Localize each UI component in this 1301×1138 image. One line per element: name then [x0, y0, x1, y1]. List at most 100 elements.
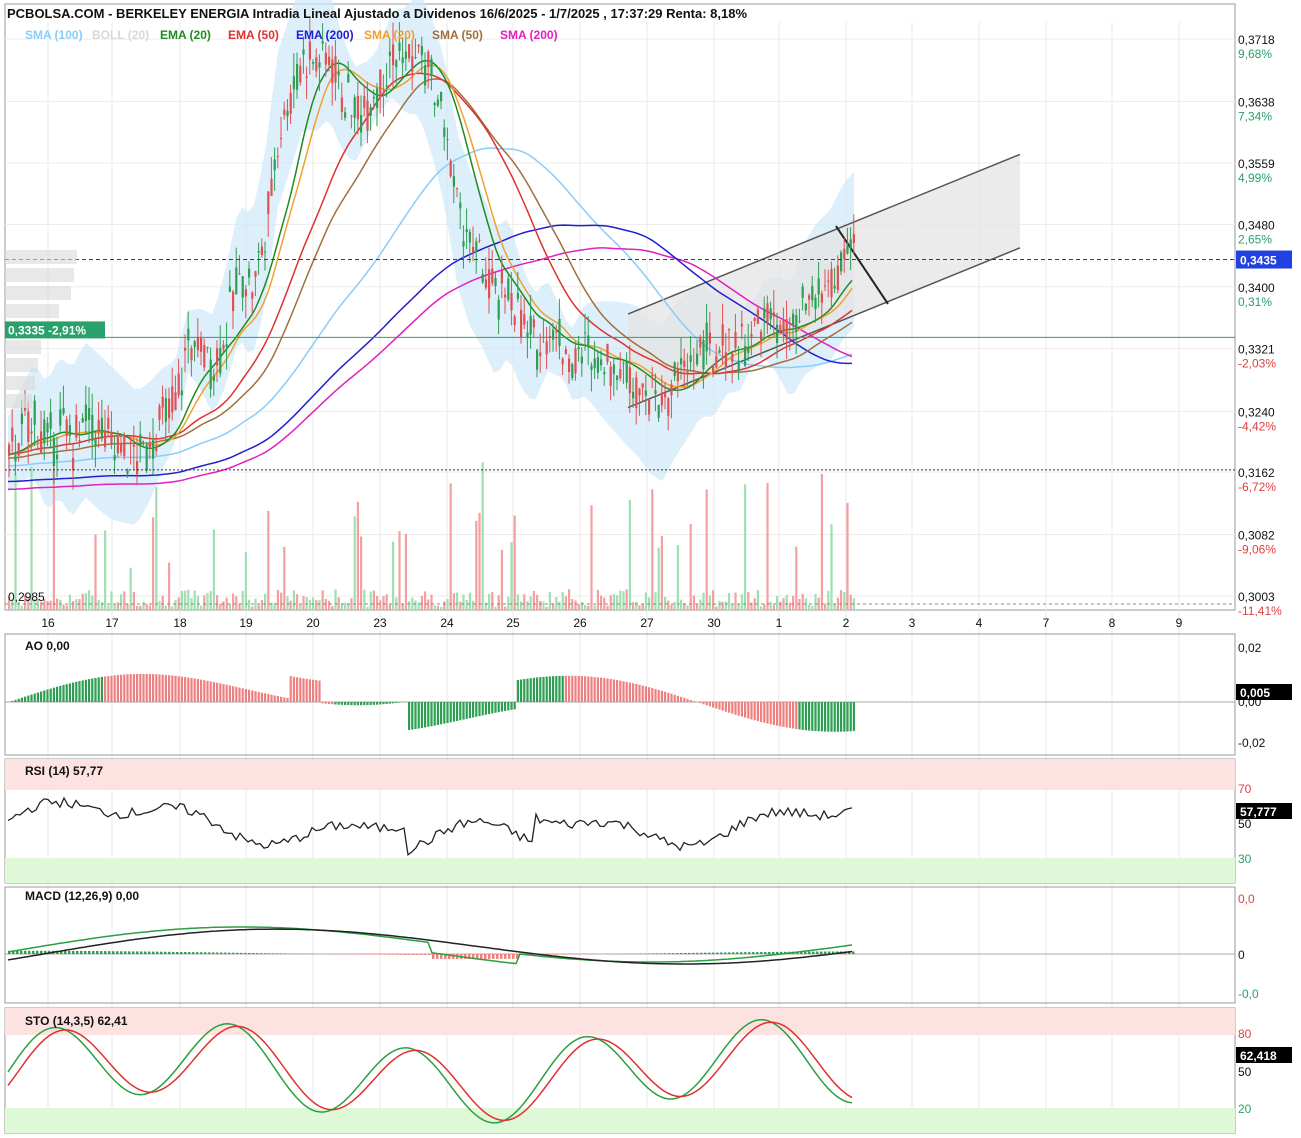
candle-body — [81, 418, 84, 423]
candle-body — [97, 419, 100, 433]
macd-hist-bar — [100, 951, 103, 954]
volume-profile-block — [5, 268, 74, 282]
candle-body — [644, 390, 647, 396]
volume-bar — [107, 605, 110, 610]
ao-bar — [219, 683, 222, 702]
macd-hist-bar — [736, 952, 739, 954]
candle-body — [385, 85, 388, 87]
volume-bar — [504, 606, 507, 610]
candle-body — [779, 324, 782, 333]
last-price-value: 0,3435 — [1240, 254, 1277, 268]
candle-body — [849, 239, 852, 249]
volume-bar — [251, 606, 254, 610]
candle-body — [654, 390, 657, 394]
date-label: 30 — [707, 616, 721, 630]
ao-bar — [760, 702, 763, 722]
ao-bar — [110, 675, 113, 702]
ao-bar — [33, 693, 36, 702]
volume-bar — [462, 594, 465, 610]
date-label: 19 — [239, 616, 253, 630]
candle-body — [798, 320, 801, 322]
candle-body — [596, 357, 599, 373]
candle-body — [718, 350, 721, 353]
candle-body — [564, 349, 567, 354]
ao-bar — [718, 702, 721, 710]
price-tick-label: 0,3003 — [1238, 590, 1275, 604]
volume-bar — [116, 602, 119, 610]
candle-body — [14, 455, 17, 462]
candle-body — [238, 273, 241, 275]
candle-body — [328, 56, 331, 65]
macd-hist-bar — [376, 954, 379, 955]
volume-bar — [843, 592, 846, 610]
ao-bar — [488, 702, 491, 715]
ao-bar — [756, 702, 759, 722]
volume-bar — [433, 605, 436, 610]
candle-body — [772, 312, 775, 317]
candle-body — [65, 419, 68, 436]
macd-hist-bar — [740, 952, 743, 954]
volume-profile-block — [5, 250, 77, 264]
macd-hist-bar — [768, 951, 771, 954]
candle-body — [507, 278, 510, 300]
candle-body — [648, 399, 651, 415]
volume-bar — [398, 531, 401, 610]
candle-body — [481, 274, 484, 283]
ao-bar — [190, 678, 193, 702]
candle-body — [116, 437, 119, 454]
ao-bar — [84, 679, 87, 702]
volume-bar — [600, 595, 603, 610]
ao-bar — [424, 702, 427, 728]
ao-bar — [500, 702, 503, 712]
ao-bar — [606, 678, 609, 702]
candle-body — [251, 292, 254, 299]
candle-body — [273, 159, 276, 171]
volume-bar — [244, 552, 247, 610]
ao-bar — [702, 702, 705, 705]
volume-bar — [587, 605, 590, 610]
volume-bar — [456, 592, 459, 610]
volume-bar — [123, 591, 126, 610]
macd-hist-bar — [212, 952, 215, 954]
macd-hist-bar — [80, 950, 83, 954]
price-tick-label: 0,3718 — [1238, 33, 1275, 47]
candle-body — [382, 92, 385, 94]
price-pct-label: 0,31% — [1238, 295, 1272, 309]
macd-hist-bar — [20, 950, 23, 954]
ao-bar — [88, 679, 91, 702]
ao-bar — [91, 678, 94, 702]
ao-bar — [366, 702, 369, 706]
candle-body — [472, 246, 475, 253]
macd-hist-bar — [140, 951, 143, 954]
candle-body — [248, 268, 251, 278]
ao-bar — [708, 702, 711, 707]
volume-bar — [740, 594, 743, 610]
candle-body — [161, 396, 164, 408]
volume-bar — [104, 530, 107, 610]
candle-body — [475, 241, 478, 253]
candle-body — [232, 291, 235, 312]
ao-bar — [628, 682, 631, 702]
candle-body — [776, 324, 779, 344]
ao-bar — [801, 702, 804, 730]
candle-body — [705, 322, 708, 352]
ao-bar — [478, 702, 481, 717]
volume-bar — [785, 594, 788, 610]
candle-body — [356, 96, 359, 120]
volume-bar — [836, 597, 839, 610]
ao-bar — [65, 684, 68, 702]
ao-bar — [132, 674, 135, 702]
ao-bar — [180, 676, 183, 702]
volume-bar — [616, 595, 619, 610]
candle-body — [782, 319, 785, 334]
candle-body — [497, 299, 500, 320]
ao-bar — [750, 702, 753, 720]
ao-bar — [75, 681, 78, 702]
candle-body — [148, 443, 151, 448]
volume-bar — [820, 473, 823, 610]
candle-body — [388, 51, 391, 56]
candle-body — [216, 348, 219, 366]
volume-bar — [846, 503, 849, 610]
macd-hist-bar — [552, 954, 555, 955]
candle-body — [8, 444, 11, 456]
